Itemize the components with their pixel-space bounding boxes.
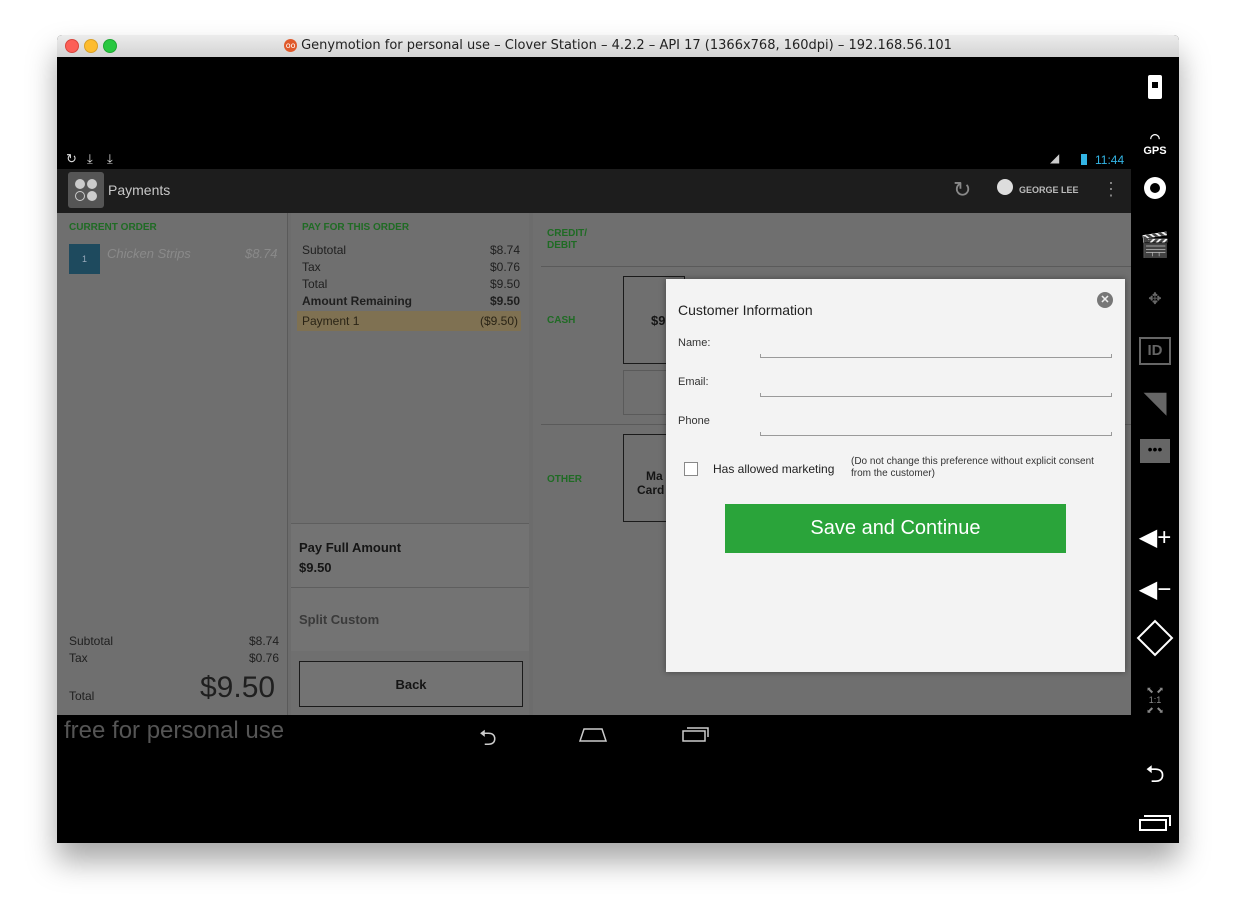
volume-up-icon[interactable]: ◀+ <box>1131 523 1179 552</box>
action-bar: Payments ↻ GEORGE LEE ⋮ <box>57 169 1131 213</box>
summary-row: Amount Remaining $9.50 <box>302 294 520 308</box>
marketing-note: (Do not change this preference without e… <box>851 456 1094 479</box>
battery-status-icon <box>1081 154 1087 165</box>
summary-row: Total $9.50 <box>302 277 520 291</box>
total-value: $9.50 <box>200 671 276 704</box>
device-id-icon[interactable]: ID <box>1131 337 1179 365</box>
network-icon[interactable]: ◥ <box>1131 385 1179 420</box>
wifi-icon: ◢ <box>1050 151 1060 165</box>
cash-label: CASH <box>547 315 576 326</box>
volume-down-icon[interactable]: ◀− <box>1131 575 1179 604</box>
subtotal-label: Subtotal <box>69 634 114 648</box>
item-quantity: 1 <box>82 254 88 264</box>
recent-apps-key-icon[interactable] <box>1131 809 1179 840</box>
clock: 11:44 <box>1095 153 1125 167</box>
dialog-title: Customer Information <box>678 302 813 318</box>
download-notification-icon: ⤓ <box>87 151 93 166</box>
pay-full-amount-button[interactable]: Pay Full Amount $9.50 <box>291 523 529 587</box>
split-custom-label: Split Custom <box>299 612 380 627</box>
divider <box>541 266 1131 267</box>
tax-label: Tax <box>69 651 88 665</box>
subtotal-value: $8.74 <box>249 634 280 648</box>
other-label: OTHER <box>547 474 582 485</box>
navigation-bar: free for personal use ⮌ <box>57 715 1131 843</box>
user-avatar-icon <box>997 179 1013 195</box>
close-dialog-icon[interactable]: ✕ <box>1097 292 1113 308</box>
overflow-menu-icon[interactable]: ⋮ <box>1102 179 1120 200</box>
credit-debit-label[interactable]: CREDIT/ DEBIT <box>547 228 587 252</box>
pay-order-heading: PAY FOR THIS ORDER <box>302 222 410 233</box>
rotate-icon[interactable] <box>1131 619 1179 657</box>
cash-amount-label: $9 <box>651 313 666 328</box>
current-order-heading: CURRENT ORDER <box>69 222 157 233</box>
customer-info-dialog: Customer Information ✕ Name: Email: Phon… <box>666 279 1125 672</box>
user-name[interactable]: GEORGE LEE <box>1019 185 1079 195</box>
save-and-continue-button[interactable]: Save and Continue <box>725 504 1066 553</box>
battery-icon[interactable] <box>1131 75 1179 99</box>
title-bar: oo Genymotion for personal use – Clover S… <box>57 35 1179 58</box>
order-item[interactable]: 1 Chicken Strips $8.74 <box>57 239 287 289</box>
refresh-icon[interactable]: ↻ <box>953 177 971 203</box>
sms-icon[interactable]: ••• <box>1131 439 1179 463</box>
nav-home-icon[interactable] <box>578 725 608 743</box>
pay-full-amount: $9.50 <box>299 560 332 575</box>
gps-icon[interactable]: ◠ GPS <box>1131 131 1179 157</box>
phone-field[interactable] <box>760 432 1112 436</box>
window-title: oo Genymotion for personal use – Clover S… <box>57 38 1179 53</box>
back-label: Back <box>395 677 427 692</box>
watermark: free for personal use <box>64 717 285 744</box>
summary-row: Tax $0.76 <box>302 260 520 274</box>
item-price: $8.74 <box>245 246 278 261</box>
marketing-label[interactable]: Has allowed marketing <box>713 462 834 476</box>
emulator-toolbar: ◠GPS 🎬 ✥ ID ◥ ••• ◀+ ◀− ⬉ ⬈1:1⬋ ⬊ ⮌ ▼ <box>1131 57 1179 843</box>
pay-for-order-panel: PAY FOR THIS ORDER Subtotal $8.74 Tax $0.7… <box>291 213 529 715</box>
pay-full-label: Pay Full Amount <box>299 540 402 555</box>
sync-notification-icon: ↻ <box>66 151 77 166</box>
name-label: Name: <box>678 337 711 349</box>
item-quantity-badge: 1 <box>69 244 100 274</box>
payment-row[interactable]: Payment 1 ($9.50) <box>297 311 521 331</box>
dpad-icon[interactable]: ✥ <box>1131 289 1179 309</box>
marketing-checkbox[interactable] <box>684 462 698 476</box>
pixel-perfect-icon[interactable]: ⬉ ⬈ 1:1 ⬋ ⬊ <box>1131 685 1179 715</box>
summary-row: Subtotal $8.74 <box>302 243 520 257</box>
email-label: Email: <box>678 376 709 388</box>
current-order-panel: CURRENT ORDER 1 Chicken Strips $8.74 Sub… <box>57 213 288 715</box>
genymotion-icon: oo <box>284 39 298 52</box>
phone-label: Phone <box>678 415 710 427</box>
item-name: Chicken Strips <box>107 246 191 261</box>
webcam-icon[interactable] <box>1131 177 1179 199</box>
tax-value: $0.76 <box>249 651 280 665</box>
back-key-icon[interactable]: ⮌ <box>1131 757 1179 798</box>
split-custom-button[interactable]: Split Custom <box>291 587 529 651</box>
page-title: Payments <box>108 182 171 198</box>
emulator-window: oo Genymotion for personal use – Clover S… <box>57 35 1179 843</box>
status-bar: ↻ ⤓ ⤓ ◢ 11:44 <box>57 151 1131 169</box>
window-title-text: Genymotion for personal use – Clover Sta… <box>301 38 952 53</box>
total-label: Total <box>69 689 95 703</box>
app-logo-icon[interactable] <box>68 172 104 208</box>
nav-back-icon[interactable]: ⮌ <box>479 721 497 759</box>
screencast-icon[interactable]: 🎬 <box>1131 231 1179 260</box>
email-field[interactable] <box>760 393 1112 397</box>
download-notification-icon-2: ⤓ <box>107 151 113 166</box>
manual-card-line1: Ma <box>646 469 663 483</box>
name-field[interactable] <box>760 354 1112 358</box>
nav-recents-icon[interactable] <box>681 725 711 743</box>
back-button[interactable]: Back <box>299 661 523 707</box>
manual-card-line2: Card <box>637 483 665 497</box>
